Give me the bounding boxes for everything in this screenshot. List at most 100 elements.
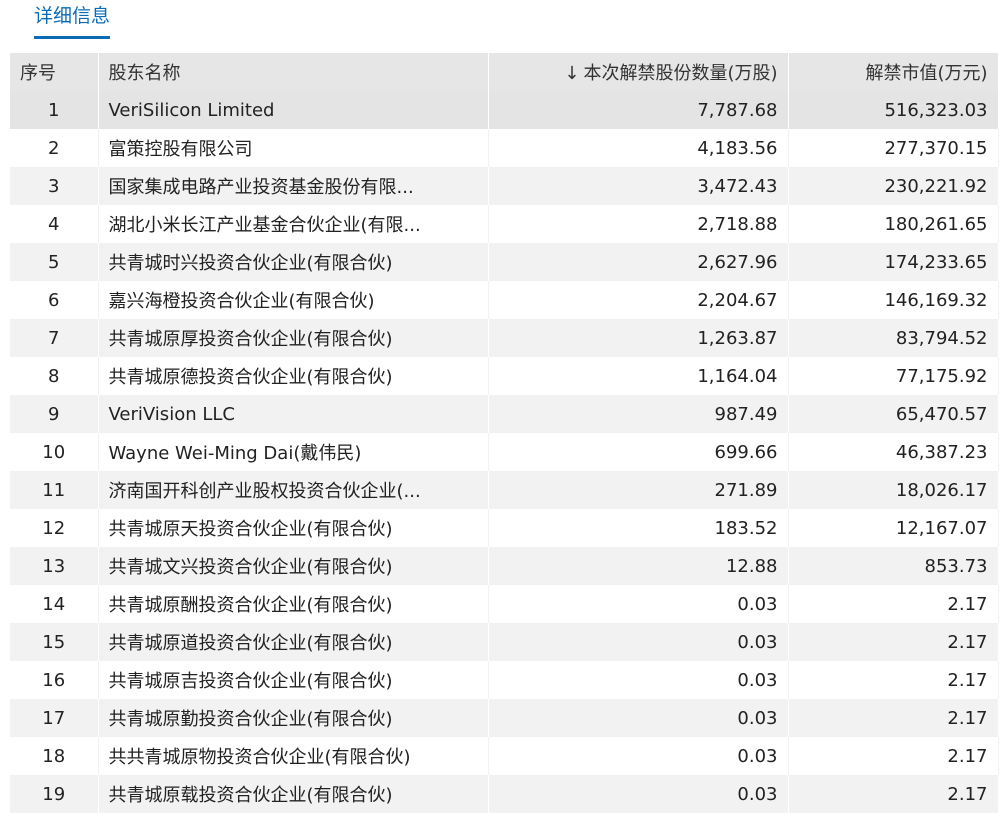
table-row[interactable]: 16 共青城原吉投资合伙企业(有限合伙) 0.03 2.17 xyxy=(10,661,999,699)
unlock-shares: 7,787.68 xyxy=(488,91,789,129)
holder-name: 共青城文兴投资合伙企业(有限合伙) xyxy=(98,547,489,585)
holder-name: 共青城原德投资合伙企业(有限合伙) xyxy=(98,357,489,395)
holder-name: 共共青城原物投资合伙企业(有限合伙) xyxy=(98,737,489,775)
unlock-value: 2.17 xyxy=(788,661,999,699)
unlock-shares: 987.49 xyxy=(488,395,789,433)
holder-name: 共青城原酬投资合伙企业(有限合伙) xyxy=(98,585,489,623)
unlock-value: 516,323.03 xyxy=(788,91,999,129)
row-index: 14 xyxy=(10,585,99,623)
unlock-shares: 0.03 xyxy=(488,737,789,775)
row-index: 5 xyxy=(10,243,99,281)
table-row[interactable]: 14 共青城原酬投资合伙企业(有限合伙) 0.03 2.17 xyxy=(10,585,999,623)
holder-name: 富策控股有限公司 xyxy=(98,129,489,167)
row-index: 12 xyxy=(10,509,99,547)
unlock-value: 12,167.07 xyxy=(788,509,999,547)
unlock-shares: 2,204.67 xyxy=(488,281,789,319)
unlock-shares: 0.03 xyxy=(488,661,789,699)
unlock-value: 77,175.92 xyxy=(788,357,999,395)
unlock-value: 2.17 xyxy=(788,585,999,623)
unlock-value: 65,470.57 xyxy=(788,395,999,433)
row-index: 3 xyxy=(10,167,99,205)
unlock-shares: 183.52 xyxy=(488,509,789,547)
unlock-value: 2.17 xyxy=(788,699,999,737)
row-index: 1 xyxy=(10,91,99,129)
unlock-value: 146,169.32 xyxy=(788,281,999,319)
table-row[interactable]: 12 共青城原天投资合伙企业(有限合伙) 183.52 12,167.07 xyxy=(10,509,999,547)
row-index: 18 xyxy=(10,737,99,775)
row-index: 16 xyxy=(10,661,99,699)
row-index: 19 xyxy=(10,775,99,813)
unlock-value: 174,233.65 xyxy=(788,243,999,281)
table-row[interactable]: 15 共青城原道投资合伙企业(有限合伙) 0.03 2.17 xyxy=(10,623,999,661)
holder-name: 共青城原吉投资合伙企业(有限合伙) xyxy=(98,661,489,699)
row-index: 8 xyxy=(10,357,99,395)
holder-name: 共青城原勤投资合伙企业(有限合伙) xyxy=(98,699,489,737)
row-index: 13 xyxy=(10,547,99,585)
table-row[interactable]: 19 共青城原载投资合伙企业(有限合伙) 0.03 2.17 xyxy=(10,775,999,813)
unlock-shares: 0.03 xyxy=(488,775,789,813)
column-header-index: 序号 xyxy=(10,53,99,91)
column-header-holder: 股东名称 xyxy=(98,53,489,91)
holder-name: VeriSilicon Limited xyxy=(98,91,489,129)
unlock-holders-table: 序号 股东名称 ↓ 本次解禁股份数量(万股) 解禁市值(万元) 1 VeriSili… xyxy=(10,53,999,813)
holder-name: 国家集成电路产业投资基金股份有限... xyxy=(98,167,489,205)
table-row[interactable]: 5 共青城时兴投资合伙企业(有限合伙) 2,627.96 174,233.65 xyxy=(10,243,999,281)
row-index: 10 xyxy=(10,433,99,471)
table-row[interactable]: 18 共共青城原物投资合伙企业(有限合伙) 0.03 2.17 xyxy=(10,737,999,775)
row-index: 9 xyxy=(10,395,99,433)
table-row[interactable]: 7 共青城原厚投资合伙企业(有限合伙) 1,263.87 83,794.52 xyxy=(10,319,999,357)
unlock-value: 18,026.17 xyxy=(788,471,999,509)
table-row[interactable]: 17 共青城原勤投资合伙企业(有限合伙) 0.03 2.17 xyxy=(10,699,999,737)
row-index: 15 xyxy=(10,623,99,661)
unlock-value: 2.17 xyxy=(788,623,999,661)
row-index: 2 xyxy=(10,129,99,167)
row-index: 7 xyxy=(10,319,99,357)
holder-name: 共青城原天投资合伙企业(有限合伙) xyxy=(98,509,489,547)
unlock-value: 46,387.23 xyxy=(788,433,999,471)
table-header-row: 序号 股东名称 ↓ 本次解禁股份数量(万股) 解禁市值(万元) xyxy=(10,53,999,91)
tab-details[interactable]: 详细信息 xyxy=(34,2,111,39)
unlock-shares: 1,164.04 xyxy=(488,357,789,395)
holder-name: 济南国开科创产业股权投资合伙企业(... xyxy=(98,471,489,509)
row-index: 6 xyxy=(10,281,99,319)
unlock-value: 277,370.15 xyxy=(788,129,999,167)
table-row[interactable]: 4 湖北小米长江产业基金合伙企业(有限... 2,718.88 180,261.65 xyxy=(10,205,999,243)
row-index: 17 xyxy=(10,699,99,737)
holder-name: 湖北小米长江产业基金合伙企业(有限... xyxy=(98,205,489,243)
column-header-shares-label: 本次解禁股份数量(万股) xyxy=(583,63,778,84)
holder-name: 共青城原载投资合伙企业(有限合伙) xyxy=(98,775,489,813)
unlock-shares: 271.89 xyxy=(488,471,789,509)
table-row[interactable]: 11 济南国开科创产业股权投资合伙企业(... 271.89 18,026.17 xyxy=(10,471,999,509)
unlock-shares: 0.03 xyxy=(488,623,789,661)
table-row[interactable]: 9 VeriVision LLC 987.49 65,470.57 xyxy=(10,395,999,433)
unlock-shares: 1,263.87 xyxy=(488,319,789,357)
table-row[interactable]: 1 VeriSilicon Limited 7,787.68 516,323.03 xyxy=(10,91,999,129)
table-row[interactable]: 10 Wayne Wei-Ming Dai(戴伟民) 699.66 46,387.23 xyxy=(10,433,999,471)
unlock-shares: 2,718.88 xyxy=(488,205,789,243)
holder-name: Wayne Wei-Ming Dai(戴伟民) xyxy=(98,433,489,471)
holder-name: 嘉兴海橙投资合伙企业(有限合伙) xyxy=(98,281,489,319)
row-index: 4 xyxy=(10,205,99,243)
holder-name: 共青城原道投资合伙企业(有限合伙) xyxy=(98,623,489,661)
unlock-shares: 2,627.96 xyxy=(488,243,789,281)
table-row[interactable]: 13 共青城文兴投资合伙企业(有限合伙) 12.88 853.73 xyxy=(10,547,999,585)
unlock-shares: 0.03 xyxy=(488,585,789,623)
table-body: 1 VeriSilicon Limited 7,787.68 516,323.03 2 富… xyxy=(10,91,999,813)
unlock-value: 2.17 xyxy=(788,737,999,775)
unlock-shares: 0.03 xyxy=(488,699,789,737)
unlock-value: 853.73 xyxy=(788,547,999,585)
table-row[interactable]: 3 国家集成电路产业投资基金股份有限... 3,472.43 230,221.92 xyxy=(10,167,999,205)
unlock-shares: 699.66 xyxy=(488,433,789,471)
holder-name: VeriVision LLC xyxy=(98,395,489,433)
unlock-value: 180,261.65 xyxy=(788,205,999,243)
column-header-value[interactable]: 解禁市值(万元) xyxy=(788,53,999,91)
table-row[interactable]: 8 共青城原德投资合伙企业(有限合伙) 1,164.04 77,175.92 xyxy=(10,357,999,395)
tab-bar: 详细信息 xyxy=(0,0,1008,50)
unlock-shares: 3,472.43 xyxy=(488,167,789,205)
row-index: 11 xyxy=(10,471,99,509)
table-row[interactable]: 6 嘉兴海橙投资合伙企业(有限合伙) 2,204.67 146,169.32 xyxy=(10,281,999,319)
sort-desc-icon: ↓ xyxy=(564,63,580,84)
unlock-shares: 12.88 xyxy=(488,547,789,585)
column-header-shares[interactable]: ↓ 本次解禁股份数量(万股) xyxy=(488,53,789,91)
table-row[interactable]: 2 富策控股有限公司 4,183.56 277,370.15 xyxy=(10,129,999,167)
